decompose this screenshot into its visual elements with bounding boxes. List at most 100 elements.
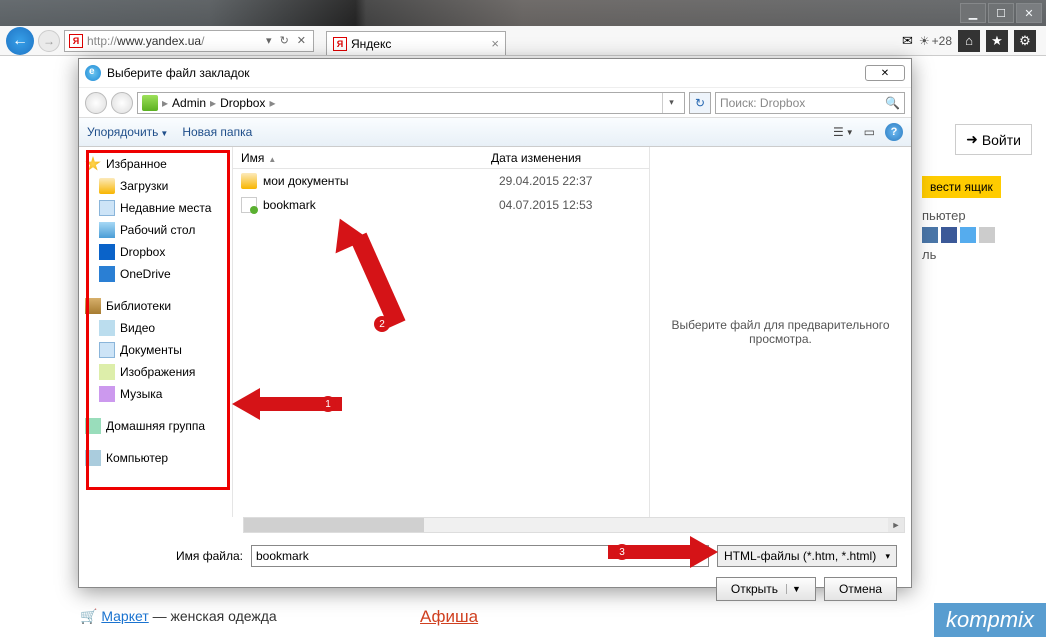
more-icon[interactable]	[979, 227, 995, 243]
fb-icon[interactable]	[941, 227, 957, 243]
dialog-titlebar: Выберите файл закладок ✕	[79, 59, 911, 87]
tree-documents[interactable]: Документы	[83, 339, 228, 361]
dropbox-icon	[99, 244, 115, 260]
recent-icon	[99, 200, 115, 216]
onedrive-icon	[99, 266, 115, 282]
tree-favorites[interactable]: Избранное	[83, 153, 228, 175]
browser-toolbar: ← → Я http://www.yandex.ua/ ▾ ↻ ✕ Я Янде…	[0, 26, 1046, 56]
stop-icon[interactable]: ✕	[294, 34, 309, 47]
dialog-back-button[interactable]	[85, 92, 107, 114]
crumb-admin[interactable]: Admin	[172, 96, 206, 110]
ie-icon	[85, 65, 101, 81]
documents-icon	[99, 342, 115, 358]
dropdown-icon[interactable]: ▾	[263, 34, 275, 47]
tree-recent[interactable]: Недавние места	[83, 197, 228, 219]
annotation-arrow-1: 1	[232, 388, 342, 418]
file-list: Имя▲ Дата изменения мои документы 29.04.…	[233, 147, 649, 517]
star-icon	[85, 156, 101, 172]
weather-widget[interactable]: ☀+28	[919, 34, 952, 48]
search-icon: 🔍	[885, 96, 900, 110]
file-row[interactable]: bookmark 04.07.2015 12:53	[233, 193, 649, 217]
tree-homegroup[interactable]: Домашняя группа	[83, 415, 228, 437]
view-mode-button[interactable]: ☰▼	[833, 125, 854, 139]
dialog-forward-button[interactable]	[111, 92, 133, 114]
mail-icon[interactable]: ✉	[902, 33, 913, 49]
dialog-close-button[interactable]: ✕	[865, 65, 905, 81]
afisha-link[interactable]: Афиша	[420, 607, 478, 627]
dialog-toolbar: Упорядочить▼ Новая папка ☰▼ ▭ ?	[79, 117, 911, 147]
market-line: 🛒 Маркет — женская одежда	[80, 608, 277, 625]
watermark: kompmix	[934, 603, 1046, 637]
address-bar[interactable]: Я http://www.yandex.ua/ ▾ ↻ ✕	[64, 30, 314, 52]
annotation-arrow-3: 3	[608, 536, 718, 566]
tree-libraries[interactable]: Библиотеки	[83, 295, 228, 317]
dialog-title: Выберите файл закладок	[107, 66, 250, 80]
nav-back-button[interactable]: ←	[6, 27, 34, 55]
file-open-dialog: Выберите файл закладок ✕ ▸ Admin ▸ Dropb…	[78, 58, 912, 588]
tree-computer[interactable]: Компьютер	[83, 447, 228, 469]
video-icon	[99, 320, 115, 336]
window-minimize-button[interactable]: ▁	[960, 3, 986, 23]
market-link[interactable]: Маркет	[101, 608, 148, 624]
home-icon[interactable]: ⌂	[958, 30, 980, 52]
organize-menu[interactable]: Упорядочить▼	[87, 125, 168, 139]
cancel-button[interactable]: Отмена	[824, 577, 897, 601]
search-input[interactable]: Поиск: Dropbox 🔍	[715, 92, 905, 114]
dialog-footer: Имя файла: bookmark▾ HTML-файлы (*.htm, …	[79, 537, 911, 609]
col-date[interactable]: Дата изменения	[483, 151, 633, 165]
tab-strip: Я Яндекс ×	[326, 26, 894, 55]
libraries-icon	[85, 298, 101, 314]
tree-music[interactable]: Музыка	[83, 383, 228, 405]
new-folder-button[interactable]: Новая папка	[182, 125, 252, 139]
open-button[interactable]: Открыть▼	[716, 577, 816, 601]
search-placeholder: Поиск: Dropbox	[720, 96, 805, 110]
refresh-icon[interactable]: ↻	[277, 34, 292, 47]
file-type-filter[interactable]: HTML-файлы (*.htm, *.html)▾	[717, 545, 897, 567]
html-file-icon	[241, 197, 257, 213]
side-text2: ль	[922, 247, 1032, 262]
tab-yandex[interactable]: Я Яндекс ×	[326, 31, 506, 55]
url-text: http://www.yandex.ua/	[87, 34, 263, 48]
settings-gear-icon[interactable]: ⚙	[1014, 30, 1036, 52]
filename-label: Имя файла:	[93, 549, 243, 563]
breadcrumb-dropdown-icon[interactable]: ▾	[662, 93, 680, 113]
tree-images[interactable]: Изображения	[83, 361, 228, 383]
yandex-favicon-icon: Я	[69, 34, 83, 48]
window-maximize-button[interactable]: ☐	[988, 3, 1014, 23]
horizontal-scrollbar[interactable]: ◄ ►	[243, 517, 905, 533]
tree-desktop[interactable]: Рабочий стол	[83, 219, 228, 241]
help-icon[interactable]: ?	[885, 123, 903, 141]
mailbox-badge[interactable]: вести ящик	[922, 176, 1001, 198]
tree-downloads[interactable]: Загрузки	[83, 175, 228, 197]
computer-icon	[85, 450, 101, 466]
tree-video[interactable]: Видео	[83, 317, 228, 339]
breadcrumb[interactable]: ▸ Admin ▸ Dropbox ▸ ▾	[137, 92, 685, 114]
login-button[interactable]: ➜ Войти	[955, 124, 1032, 155]
scroll-right-icon[interactable]: ►	[888, 518, 904, 532]
annotation-arrow-2: 2	[326, 216, 396, 336]
desktop-icon	[99, 222, 115, 238]
dialog-nav-row: ▸ Admin ▸ Dropbox ▸ ▾ ↻ Поиск: Dropbox 🔍	[79, 87, 911, 117]
crumb-dropbox[interactable]: Dropbox	[220, 96, 265, 110]
tw-icon[interactable]	[960, 227, 976, 243]
scroll-thumb[interactable]	[244, 518, 424, 532]
file-row[interactable]: мои документы 29.04.2015 22:37	[233, 169, 649, 193]
images-icon	[99, 364, 115, 380]
folder-icon	[99, 178, 115, 194]
homegroup-icon	[85, 418, 101, 434]
navigation-tree: Избранное Загрузки Недавние места Рабочи…	[79, 147, 233, 517]
preview-toggle-button[interactable]: ▭	[864, 125, 875, 139]
tab-close-icon[interactable]: ×	[491, 36, 499, 51]
preview-pane: Выберите файл для предварительного просм…	[649, 147, 911, 517]
vk-icon[interactable]	[922, 227, 938, 243]
col-name[interactable]: Имя▲	[233, 151, 483, 165]
favorites-icon[interactable]: ★	[986, 30, 1008, 52]
window-close-button[interactable]: ✕	[1016, 3, 1042, 23]
tree-onedrive[interactable]: OneDrive	[83, 263, 228, 285]
refresh-button[interactable]: ↻	[689, 92, 711, 114]
tree-dropbox[interactable]: Dropbox	[83, 241, 228, 263]
nav-forward-button[interactable]: →	[38, 30, 60, 52]
window-titlebar: ▁ ☐ ✕	[0, 0, 1046, 26]
yandex-sidebar: вести ящик пьютер ль	[922, 176, 1032, 266]
column-headers: Имя▲ Дата изменения	[233, 147, 649, 169]
